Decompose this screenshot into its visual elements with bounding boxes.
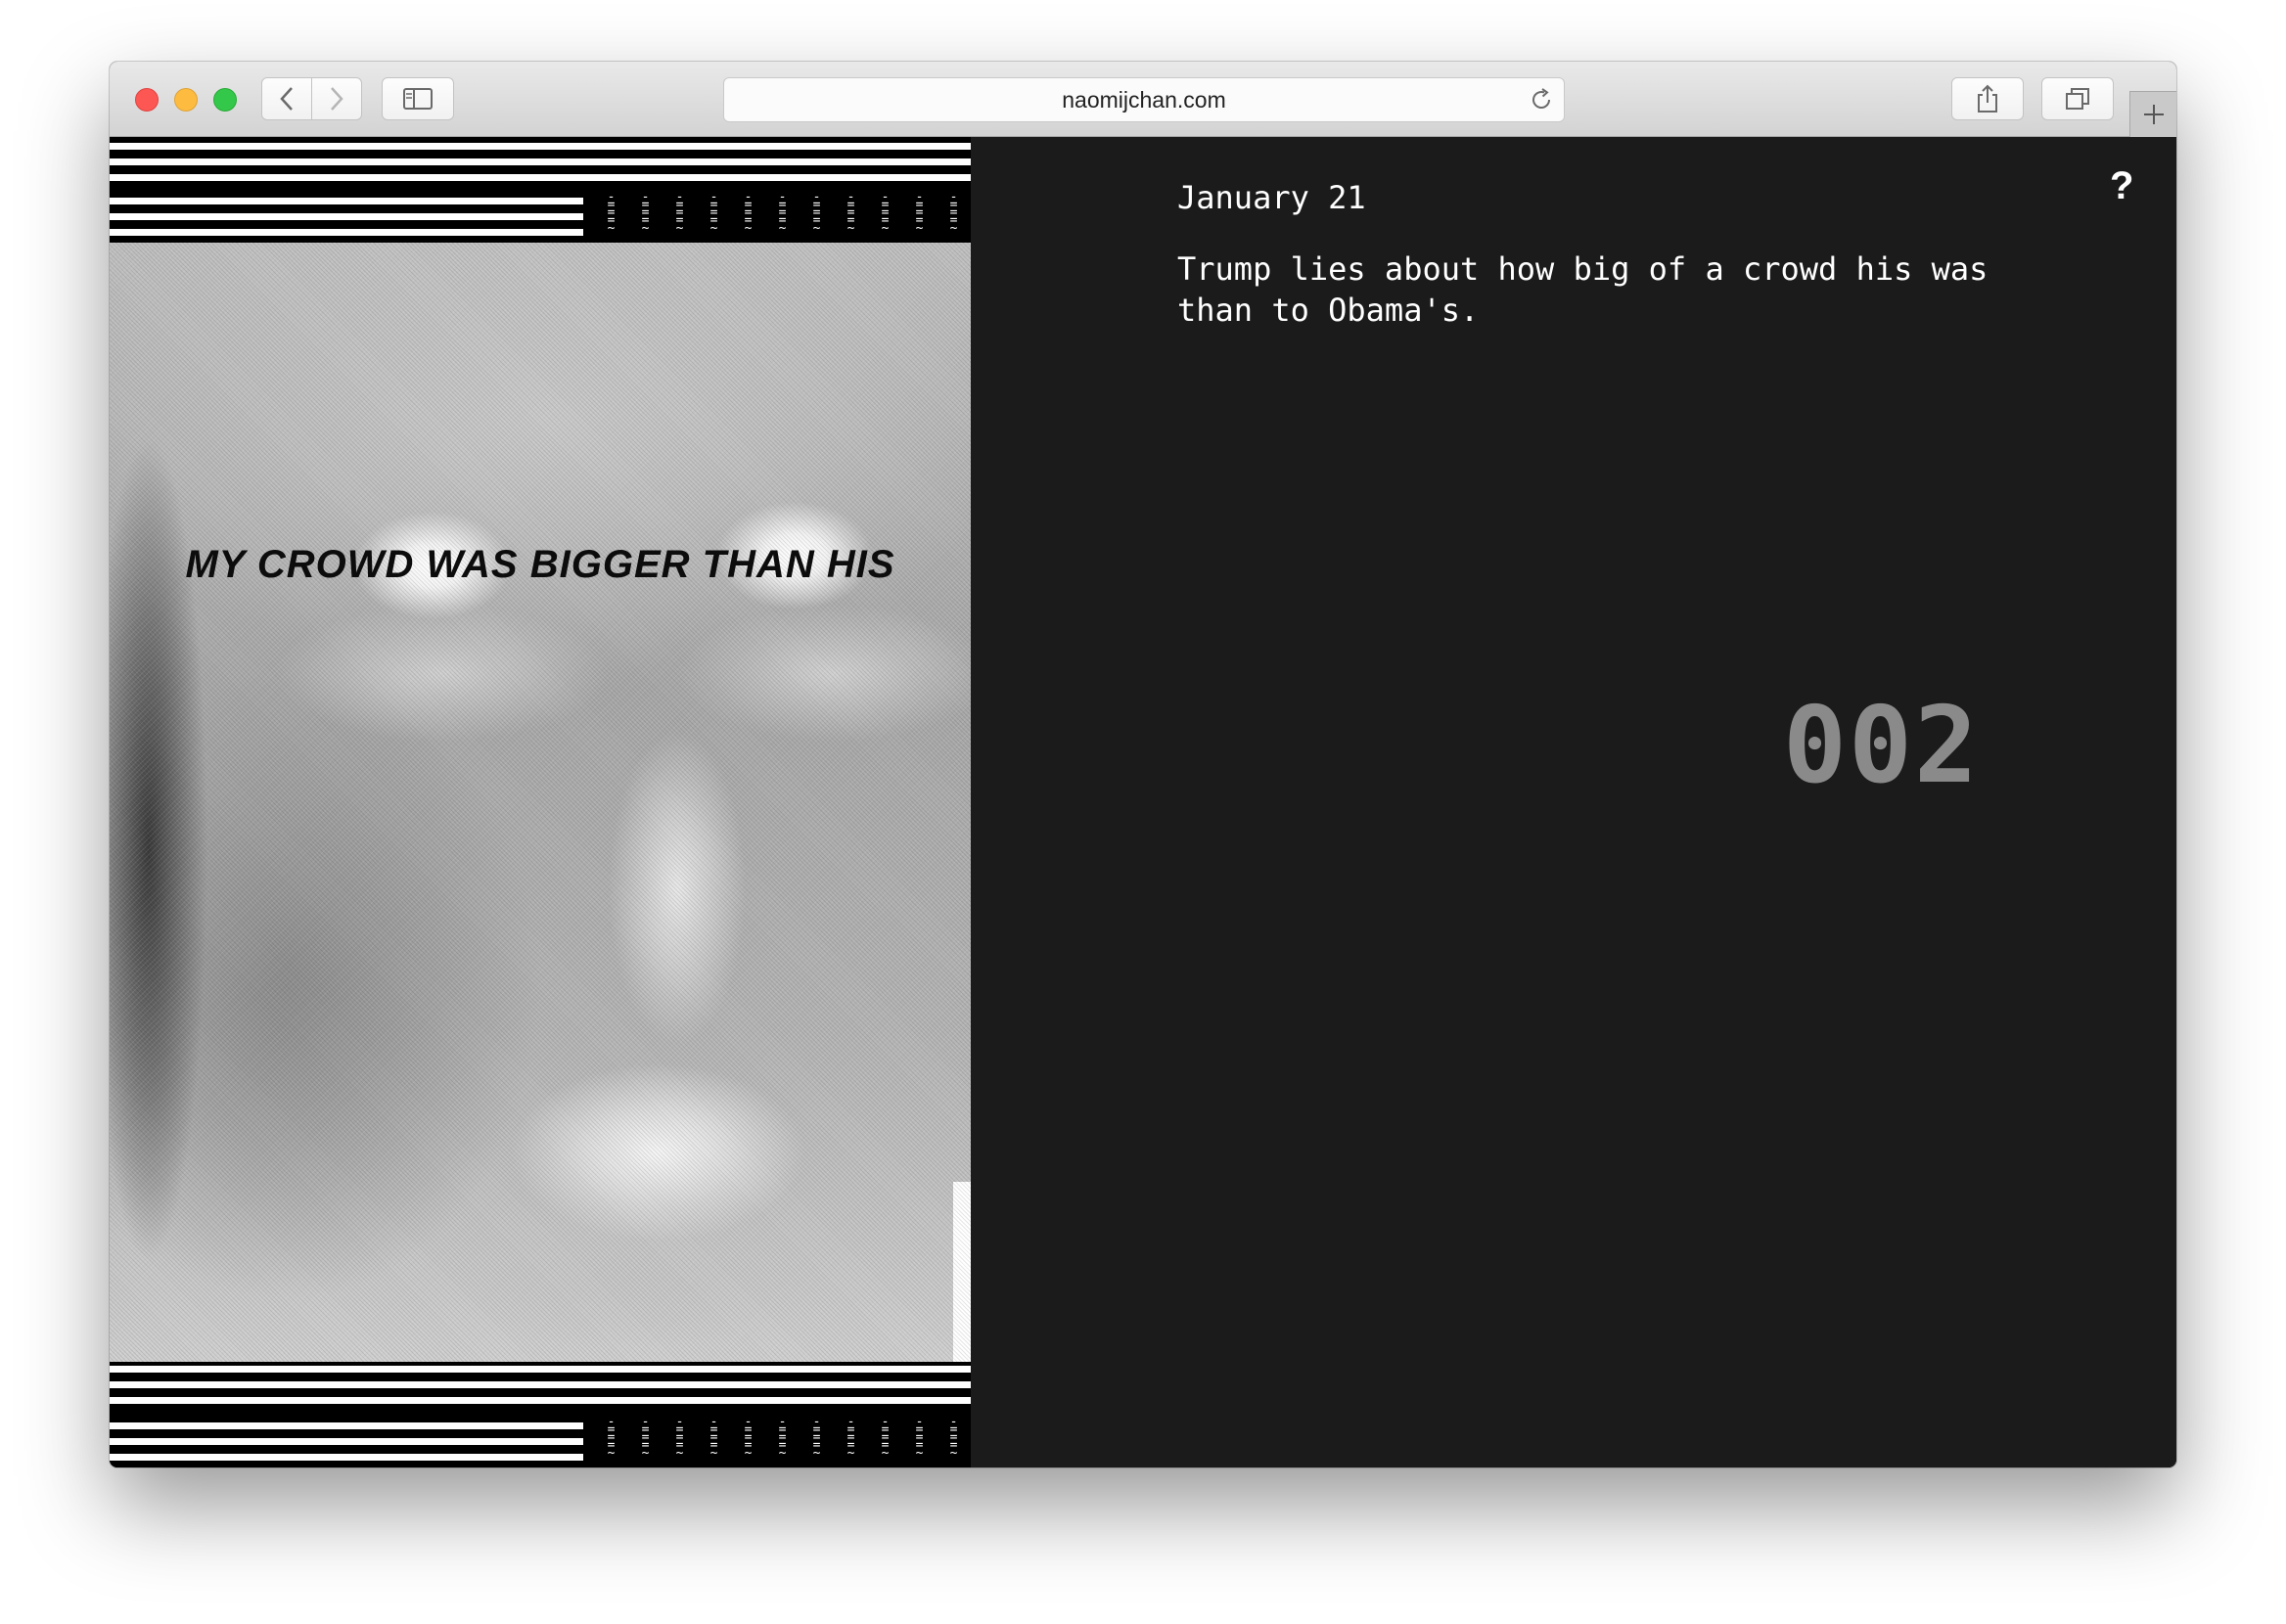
photo-edge (953, 1182, 971, 1362)
maximize-window-button[interactable] (213, 88, 237, 112)
url-text: naomijchan.com (1062, 87, 1226, 113)
back-button[interactable] (261, 77, 312, 120)
poster-stripes-top: - = = = ~ - = = = ~ - = = = ~ - = = = ~ - = … (110, 137, 971, 243)
stripe (110, 174, 971, 181)
share-icon (1978, 84, 1997, 113)
entry-description: Trump lies about how big of a crowd his … (1177, 250, 1989, 329)
sidebar-icon (403, 88, 433, 110)
stripe (110, 213, 583, 220)
minimize-window-button[interactable] (174, 88, 198, 112)
share-button[interactable] (1951, 77, 2024, 120)
entry-details: January 21 Trump lies about how big of a… (1177, 176, 2019, 331)
forward-button[interactable] (311, 77, 362, 120)
poster-image: - = = = ~ - = = = ~ - = = = ~ - = = = ~ - = … (110, 137, 971, 1467)
sidebar-toggle-button[interactable] (382, 77, 454, 120)
entry-number: 002 (1783, 685, 1981, 807)
page-content: - = = = ~ - = = = ~ - = = = ~ - = = = ~ - = … (110, 137, 2176, 1467)
entry-date: January 21 (1177, 179, 1366, 216)
tabs-icon (2066, 88, 2089, 110)
stripe (110, 1397, 971, 1404)
reload-icon[interactable] (1529, 87, 1554, 113)
close-window-button[interactable] (135, 88, 159, 112)
stripe (110, 1422, 583, 1429)
stripe (110, 1366, 971, 1373)
stripe (110, 1381, 971, 1388)
stripe (110, 1454, 583, 1461)
browser-toolbar: naomijchan.com (110, 62, 2176, 137)
poster-stripes-bottom: - = = = ~ - = = = ~ - = = = ~ - = = = ~ - = … (110, 1362, 971, 1467)
stripe-glyphs: - = = = ~ - = = = ~ - = = = ~ - = = = ~ - = … (607, 190, 958, 236)
plus-icon (2143, 105, 2164, 124)
poster-headline: MY CROWD WAS BIGGER THAN HIS (185, 543, 895, 586)
help-button[interactable]: ? (2110, 164, 2133, 208)
browser-window: naomijchan.com - = = = ~ - = = = ~ - = = =… (110, 62, 2176, 1467)
address-bar[interactable]: naomijchan.com (723, 77, 1565, 122)
stripe (110, 198, 583, 204)
stripe-glyphs: - = = = ~ - = = = ~ - = = = ~ - = = = ~ - = … (607, 1415, 958, 1461)
stripe (110, 229, 583, 236)
new-tab-button[interactable] (2129, 91, 2176, 137)
chevron-right-icon (331, 87, 343, 111)
stripe (110, 143, 971, 150)
portrait-photo (110, 243, 971, 1362)
chevron-left-icon (280, 87, 293, 111)
stripe (110, 158, 971, 165)
stripe (110, 1438, 583, 1445)
show-tabs-button[interactable] (2041, 77, 2114, 120)
